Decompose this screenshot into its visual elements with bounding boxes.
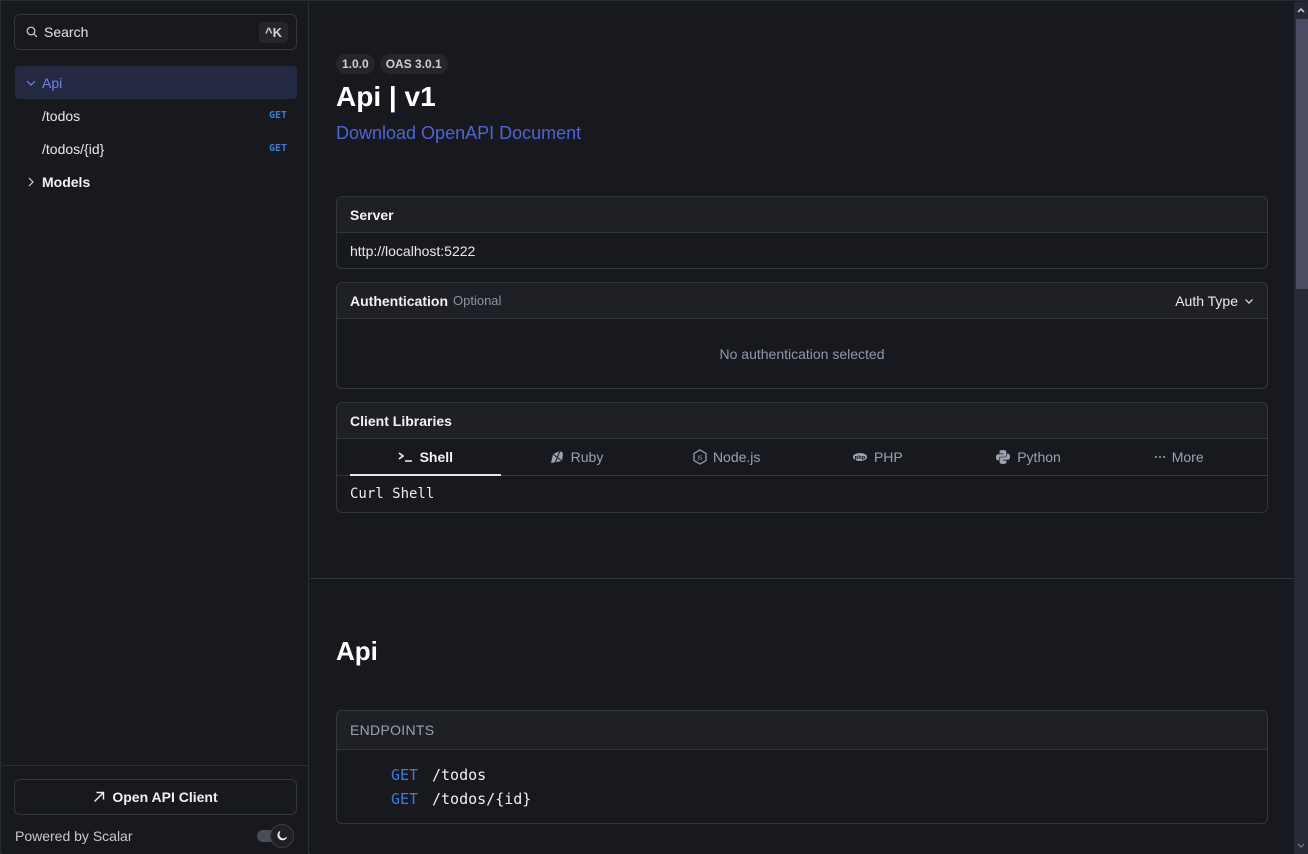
sidebar-item-label: Models [42, 173, 91, 190]
terminal-icon [398, 452, 412, 462]
tab-shell[interactable]: Shell [350, 439, 501, 476]
tab-label: Node.js [712, 449, 761, 465]
sidebar-nav: Api /todos GET /todos/{id} GET Models [15, 66, 297, 198]
oas-badge: OAS 3.0.1 [379, 54, 448, 74]
endpoint-row[interactable]: GET /todos [391, 763, 1267, 787]
auth-type-label: Auth Type [1175, 292, 1238, 309]
sidebar-item-todos[interactable]: /todos GET [15, 99, 297, 132]
section-divider [310, 578, 1294, 579]
tab-label: Shell [419, 449, 454, 465]
search-button[interactable]: Search ^K [14, 14, 297, 50]
server-card: Server http://localhost:5222 [336, 196, 1268, 269]
sidebar-item-api[interactable]: Api [15, 66, 297, 99]
endpoint-path: /todos/{id} [432, 790, 532, 808]
optional-label: Optional [453, 293, 502, 308]
sidebar-item-todos-id[interactable]: /todos/{id} GET [15, 132, 297, 165]
tab-label: More [1171, 449, 1204, 465]
authentication-card: Authentication Optional Auth Type No aut… [336, 282, 1268, 389]
search-label: Search [44, 24, 89, 40]
tab-python[interactable]: Python [953, 439, 1104, 475]
tab-more[interactable]: More [1103, 439, 1254, 475]
vertical-scrollbar[interactable] [1294, 2, 1308, 854]
endpoints-list: GET /todos GET /todos/{id} [337, 750, 1267, 823]
tab-label: PHP [873, 449, 903, 465]
main-content: 1.0.0 OAS 3.0.1 Api | v1 Download OpenAP… [310, 2, 1294, 854]
tab-label: Ruby [570, 449, 604, 465]
open-api-client-label: Open API Client [112, 789, 218, 805]
client-libraries-card: Client Libraries Shell Ruby JS Node.js p… [336, 402, 1268, 513]
dark-mode-toggle[interactable] [256, 824, 296, 848]
php-icon: php [852, 453, 867, 461]
selected-client-label: Curl Shell [350, 486, 435, 502]
toggle-knob [270, 824, 294, 848]
chevron-right-icon [28, 177, 34, 186]
tab-ruby[interactable]: Ruby [501, 439, 652, 475]
chevron-down-icon [1297, 843, 1305, 849]
scrollbar-thumb[interactable] [1296, 19, 1308, 289]
endpoint-method: GET [391, 790, 419, 808]
keyboard-shortcut: ^K [259, 21, 288, 43]
moon-icon [277, 831, 287, 841]
version-badges: 1.0.0 OAS 3.0.1 [336, 54, 448, 74]
endpoint-row[interactable]: GET /todos/{id} [391, 787, 1267, 811]
powered-by-link[interactable]: Powered by Scalar [15, 828, 133, 844]
chevron-up-icon [1297, 7, 1305, 13]
server-heading: Server [337, 197, 1267, 233]
search-icon [26, 26, 38, 38]
endpoints-card: ENDPOINTS GET /todos GET /todos/{id} [336, 710, 1268, 824]
endpoint-method: GET [391, 766, 419, 784]
tab-label: Python [1017, 449, 1061, 465]
section-title: Api [336, 636, 378, 666]
chevron-down-icon [26, 80, 36, 86]
ruby-icon [550, 450, 563, 464]
auth-type-dropdown[interactable]: Auth Type [1175, 293, 1254, 309]
server-url[interactable]: http://localhost:5222 [337, 233, 1267, 268]
svg-text:php: php [855, 455, 866, 461]
open-api-client-button[interactable]: Open API Client [14, 779, 297, 815]
scroll-up-button[interactable] [1294, 2, 1308, 18]
sidebar: Search ^K Api /todos GET /todos/{id} GET… [2, 2, 309, 854]
version-badge: 1.0.0 [336, 54, 375, 74]
client-libraries-heading: Client Libraries [337, 403, 1267, 439]
ellipsis-icon [1154, 456, 1165, 458]
scroll-down-button[interactable] [1294, 838, 1308, 854]
sidebar-footer: Open API Client Powered by Scalar [2, 765, 308, 854]
method-badge: GET [268, 110, 287, 121]
arrow-up-right-icon [94, 791, 105, 802]
authentication-heading: Authentication [350, 292, 448, 309]
endpoint-path: /todos [432, 766, 487, 784]
sidebar-item-models[interactable]: Models [15, 165, 297, 198]
nodejs-icon: JS [693, 449, 707, 465]
authentication-header: Authentication Optional Auth Type [337, 283, 1267, 319]
svg-text:JS: JS [696, 456, 703, 462]
tab-nodejs[interactable]: JS Node.js [651, 439, 802, 475]
app-window: Search ^K Api /todos GET /todos/{id} GET… [0, 0, 1308, 854]
no-auth-message: No authentication selected [719, 345, 885, 362]
sidebar-item-label: /todos [42, 107, 81, 124]
sidebar-item-label: Api [42, 74, 63, 91]
download-openapi-link[interactable]: Download OpenAPI Document [336, 123, 581, 144]
python-icon [996, 450, 1011, 464]
sidebar-item-label: /todos/{id} [42, 140, 105, 157]
endpoints-heading: ENDPOINTS [337, 711, 1267, 750]
chevron-down-icon [1245, 298, 1253, 304]
tab-php[interactable]: php PHP [802, 439, 953, 475]
client-tabs: Shell Ruby JS Node.js php PHP Python Mor… [337, 439, 1267, 476]
method-badge: GET [268, 143, 287, 154]
page-title: Api | v1 [336, 81, 436, 112]
